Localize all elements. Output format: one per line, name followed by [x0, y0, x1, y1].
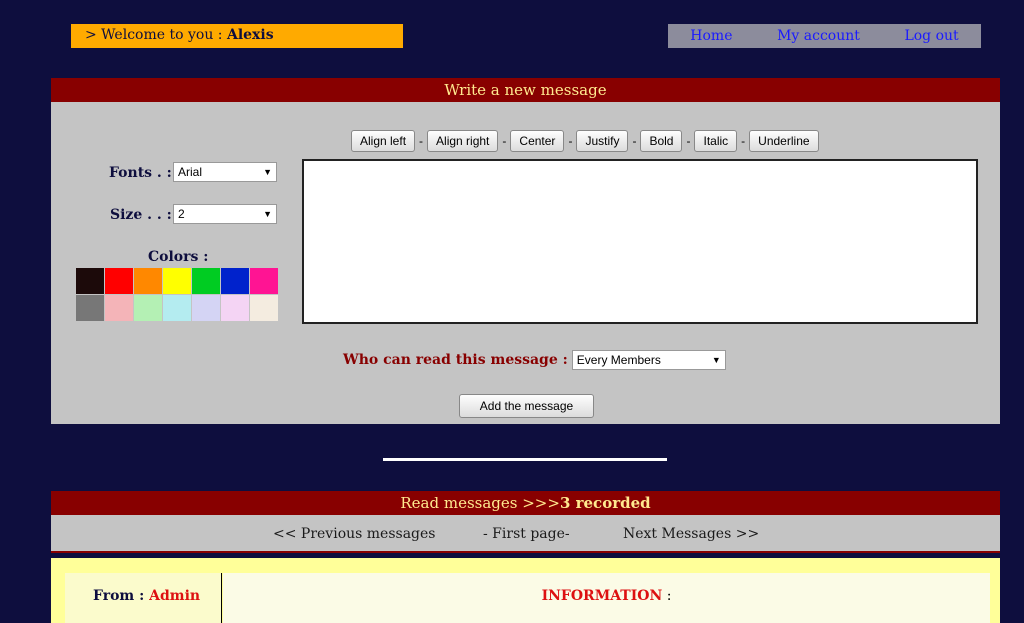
underline-button[interactable]: Underline [749, 130, 819, 152]
format-toolbar: Align left - Align right - Center - Just… [351, 129, 819, 153]
chevron-down-icon: ▼ [711, 355, 721, 365]
sender-name: Admin [149, 588, 201, 604]
color-swatch[interactable] [192, 295, 220, 321]
color-swatch[interactable] [221, 268, 249, 294]
color-swatch[interactable] [76, 295, 104, 321]
toolbar-separator: - [502, 134, 507, 148]
size-label: Size . . : [110, 207, 172, 223]
italic-button[interactable]: Italic [694, 130, 738, 152]
section-divider [383, 458, 667, 461]
add-message-button[interactable]: Add the message [459, 394, 594, 418]
size-select[interactable]: 2 ▼ [173, 204, 277, 224]
message-pager: << Previous messages - First page- Next … [51, 515, 1000, 553]
align-left-button[interactable]: Align left [351, 130, 416, 152]
chevron-down-icon: ▼ [263, 209, 272, 219]
from-label: From : [93, 588, 145, 604]
color-swatch[interactable] [76, 268, 104, 294]
welcome-prefix: > Welcome to you : [85, 27, 227, 43]
read-messages-header: Read messages >>> 3 recorded [51, 491, 1000, 515]
audience-select-value: Every Members [576, 353, 661, 367]
toolbar-separator: - [632, 134, 637, 148]
justify-button[interactable]: Justify [576, 130, 629, 152]
previous-messages-link[interactable]: << Previous messages [273, 526, 435, 542]
username: Alexis [226, 27, 274, 43]
align-right-button[interactable]: Align right [427, 130, 499, 152]
color-swatch[interactable] [163, 268, 191, 294]
read-messages-title: Read messages >>> [400, 494, 560, 512]
color-swatch[interactable] [163, 295, 191, 321]
audience-label: Who can read this message : [343, 352, 568, 368]
logout-link[interactable]: Log out [904, 28, 958, 44]
color-swatch[interactable] [134, 268, 162, 294]
write-message-title: Write a new message [444, 81, 607, 99]
message-count: 3 recorded [559, 494, 651, 512]
home-link[interactable]: Home [690, 28, 732, 44]
font-select[interactable]: Arial ▼ [173, 162, 277, 182]
color-palette [76, 268, 278, 321]
size-select-value: 2 [178, 207, 185, 221]
toolbar-separator: - [419, 134, 424, 148]
color-swatch[interactable] [192, 268, 220, 294]
first-page-link[interactable]: - First page- [483, 526, 570, 542]
message-subject: INFORMATION [541, 588, 663, 604]
center-button[interactable]: Center [510, 130, 565, 152]
write-message-header: Write a new message [51, 78, 1000, 102]
welcome-banner: > Welcome to you : Alexis [71, 24, 403, 48]
bold-button[interactable]: Bold [640, 130, 683, 152]
message-list: From : Admin INFORMATION : [51, 558, 1000, 623]
audience-row: Who can read this message : Every Member… [343, 350, 726, 370]
chevron-down-icon: ▼ [263, 167, 272, 177]
toolbar-separator: - [686, 134, 691, 148]
color-swatch[interactable] [105, 295, 133, 321]
colors-label: Colors : [148, 249, 209, 265]
write-message-panel: Align left - Align right - Center - Just… [51, 102, 1000, 424]
message-sender-cell: From : Admin [65, 573, 222, 623]
message-editor[interactable] [302, 159, 978, 324]
color-swatch[interactable] [221, 295, 249, 321]
color-swatch[interactable] [250, 268, 278, 294]
message-body-cell: INFORMATION : [223, 573, 990, 623]
top-navigation: Home My account Log out [668, 24, 981, 48]
my-account-link[interactable]: My account [777, 28, 860, 44]
toolbar-separator: - [741, 134, 746, 148]
next-messages-link[interactable]: Next Messages >> [623, 526, 759, 542]
font-select-value: Arial [178, 165, 203, 179]
message-subject-suffix: : [662, 588, 672, 604]
audience-select[interactable]: Every Members ▼ [571, 350, 726, 370]
color-swatch[interactable] [105, 268, 133, 294]
fonts-label: Fonts . : [109, 165, 172, 181]
toolbar-separator: - [568, 134, 573, 148]
color-swatch[interactable] [250, 295, 278, 321]
color-swatch[interactable] [134, 295, 162, 321]
